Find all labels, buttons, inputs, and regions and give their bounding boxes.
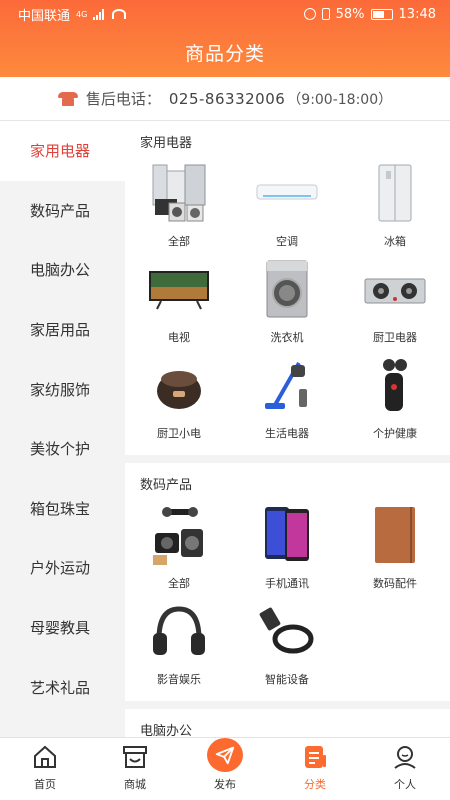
- category-tile-label: 影音娱乐: [157, 673, 201, 686]
- category-section: 数码产品全部 手机通讯 数码配件影音娱乐 智能设备: [125, 463, 450, 701]
- category-tile-label: 全部: [168, 235, 190, 248]
- category-tile-label: 冰箱: [384, 235, 406, 248]
- bottom-tab-bar: 首页 商城 发布 分类 个人: [0, 737, 450, 800]
- gas-stove-icon: [363, 257, 427, 321]
- tv-icon: [147, 257, 211, 321]
- network-type: 4G: [76, 9, 88, 19]
- vacuum-icon: [255, 353, 319, 417]
- category-tile[interactable]: 厨卫小电: [125, 353, 233, 449]
- signal-icon: [93, 8, 105, 20]
- category-tile[interactable]: 冰箱: [341, 161, 449, 257]
- category-tile-label: 洗衣机: [270, 331, 304, 344]
- category-tile[interactable]: 个护健康: [341, 353, 449, 449]
- category-tile[interactable]: 全部: [125, 161, 233, 257]
- battery-icon: [370, 8, 393, 20]
- service-phone[interactable]: 025-86332006: [169, 90, 285, 108]
- category-tile[interactable]: 厨卫电器: [341, 257, 449, 353]
- status-time: 13:48: [398, 6, 436, 22]
- tab-category[interactable]: 分类: [270, 738, 360, 800]
- category-tile[interactable]: 数码配件: [341, 503, 449, 599]
- category-tile-label: 数码配件: [373, 577, 417, 590]
- battery-percent: 58%: [335, 6, 365, 22]
- category-tile[interactable]: 全部: [125, 503, 233, 599]
- fridge-icon: [363, 161, 427, 225]
- sidebar-item[interactable]: 数码产品: [0, 181, 125, 241]
- section-title: 数码产品: [140, 477, 193, 493]
- category-section: 家用电器全部 空调 冰箱电视 洗衣机 厨卫电器厨卫小电 生活电器 个护健康: [125, 121, 450, 455]
- phone-icon: [255, 503, 319, 567]
- category-tile[interactable]: 智能设备: [233, 599, 341, 695]
- category-tile-label: 空调: [276, 235, 298, 248]
- profile-icon: [391, 743, 419, 771]
- category-section: 电脑办公: [125, 709, 450, 737]
- service-label: 售后电话：: [85, 90, 161, 108]
- sidebar-item[interactable]: 家纺服饰: [0, 359, 125, 419]
- washing-machine-icon: [255, 257, 319, 321]
- rice-cooker-icon: [147, 353, 211, 417]
- page-title: 商品分类: [184, 43, 265, 65]
- headphones-icon: [147, 599, 211, 663]
- section-title: 家用电器: [140, 135, 193, 151]
- category-tile[interactable]: 影音娱乐: [125, 599, 233, 695]
- appliances-all-icon: [147, 161, 211, 225]
- vibrate-icon: [321, 8, 330, 20]
- digital-all-icon: [147, 503, 211, 567]
- tab-label: 商城: [124, 778, 146, 791]
- shaver-icon: [363, 353, 427, 417]
- sidebar-item[interactable]: 家用电器: [0, 121, 125, 181]
- category-tile[interactable]: 电视: [125, 257, 233, 353]
- sidebar-item[interactable]: 母婴教具: [0, 598, 125, 658]
- air-conditioner-icon: [255, 161, 319, 225]
- section-title: 电脑办公: [140, 723, 193, 738]
- store-icon: [121, 743, 149, 771]
- alarm-icon: [303, 8, 316, 20]
- carrier-name: 中国联通: [18, 8, 71, 24]
- tab-paper-plane[interactable]: 发布: [180, 738, 270, 800]
- category-tile-label: 厨卫小电: [157, 427, 201, 440]
- sidebar-item[interactable]: 艺术礼品: [0, 657, 125, 717]
- status-bar: 中国联通 4G 58% 13:48: [0, 0, 450, 28]
- category-tile-label: 全部: [168, 577, 190, 590]
- tab-label: 首页: [34, 778, 56, 791]
- category-tile-label: 手机通讯: [265, 577, 309, 590]
- category-sidebar: 家用电器 数码产品 电脑办公 家居用品 家纺服饰 美妆个护 箱包珠宝 户外运动 母婴教具 艺术礼品: [0, 121, 125, 737]
- telephone-icon: [57, 91, 78, 106]
- wifi-icon: [112, 9, 127, 19]
- case-icon: [363, 503, 427, 567]
- tab-home[interactable]: 首页: [0, 738, 90, 800]
- tab-label: 分类: [304, 778, 326, 791]
- tab-label: 个人: [394, 778, 416, 791]
- category-tile-label: 智能设备: [265, 673, 309, 686]
- sidebar-item[interactable]: 美妆个护: [0, 419, 125, 479]
- category-tile-label: 个护健康: [373, 427, 417, 440]
- category-tile[interactable]: 洗衣机: [233, 257, 341, 353]
- service-hotline[interactable]: 售后电话： 025-86332006 （9:00-18:00）: [0, 77, 450, 121]
- tab-store[interactable]: 商城: [90, 738, 180, 800]
- category-tile[interactable]: 空调: [233, 161, 341, 257]
- smart-band-icon: [255, 599, 319, 663]
- category-tile[interactable]: 生活电器: [233, 353, 341, 449]
- home-icon: [31, 743, 59, 771]
- category-tile-label: 生活电器: [265, 427, 309, 440]
- sidebar-item[interactable]: 户外运动: [0, 538, 125, 598]
- sidebar-item[interactable]: 家居用品: [0, 300, 125, 360]
- category-tile-label: 电视: [168, 331, 190, 344]
- paper-plane-icon: [207, 738, 243, 772]
- app-header: 中国联通 4G 58% 13:48 商品分类: [0, 0, 450, 77]
- tab-profile[interactable]: 个人: [360, 738, 450, 800]
- sidebar-item[interactable]: 电脑办公: [0, 240, 125, 300]
- product-grid: 全部 空调 冰箱电视 洗衣机 厨卫电器厨卫小电 生活电器 个护健康: [125, 161, 450, 449]
- sidebar-item[interactable]: 箱包珠宝: [0, 479, 125, 539]
- tab-label: 发布: [214, 778, 236, 791]
- product-grid: 全部 手机通讯 数码配件影音娱乐 智能设备: [125, 503, 450, 695]
- category-tile-label: 厨卫电器: [373, 331, 417, 344]
- service-hours: （9:00-18:00）: [287, 91, 393, 108]
- category-icon: [301, 743, 329, 771]
- category-tile[interactable]: 手机通讯: [233, 503, 341, 599]
- category-content: 家用电器 全部 空调 冰箱 电视 洗衣机 厨卫电器 厨卫小电 生活电器 个护健康 数码产品 全部 手机通…: [125, 121, 450, 737]
